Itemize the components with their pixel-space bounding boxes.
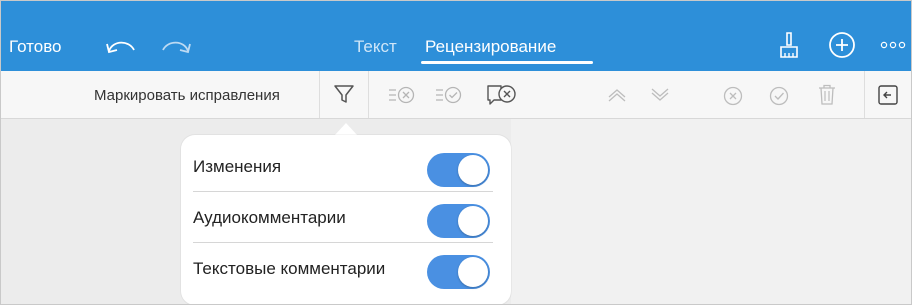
more-icon[interactable] [879,39,909,51]
filter-row-audio-comments: Аудиокомментарии [181,192,511,243]
reject-icon[interactable] [722,85,744,107]
filter-popover: Изменения Аудиокомментарии Текстовые ком… [181,135,511,304]
changes-toggle[interactable] [427,153,490,187]
plus-circle-icon[interactable] [828,31,856,59]
filter-row-changes: Изменения [181,141,511,192]
text-comments-toggle[interactable] [427,255,490,289]
track-changes-button[interactable]: Маркировать исправления [94,87,280,104]
done-button[interactable]: Готово [9,37,62,57]
filter-label: Аудиокомментарии [193,208,346,227]
chevron-down-icon[interactable] [649,87,671,103]
chevron-up-icon[interactable] [606,87,628,103]
toggle-knob [458,155,488,185]
toolbar-divider [319,71,320,118]
accept-icon[interactable] [768,85,790,107]
filter-label: Изменения [193,157,282,176]
accept-all-icon[interactable] [434,84,464,106]
review-toolbar: Маркировать исправления [1,71,911,119]
toggle-knob [458,206,488,236]
filter-label: Текстовые комментарии [193,259,386,278]
toggle-knob [458,257,488,287]
tab-review[interactable]: Рецензирование [425,37,556,57]
undo-icon[interactable] [103,35,139,57]
tab-text[interactable]: Текст [354,37,397,57]
filter-icon[interactable] [332,82,356,106]
trash-icon[interactable] [816,83,838,107]
document-area-shade [511,119,911,304]
active-tab-indicator [421,61,593,64]
top-bar: Готово Текст Рецензирование [1,1,911,71]
toolbar-divider [864,71,865,118]
app-window: Готово Текст Рецензирование Маркировать … [0,0,912,305]
redo-icon[interactable] [158,35,194,57]
audio-comments-toggle[interactable] [427,204,490,238]
paintbrush-icon[interactable] [777,31,801,61]
toolbar-divider [368,71,369,118]
reject-all-icon[interactable] [387,84,417,106]
sidebar-icon[interactable] [877,84,899,106]
filter-row-text-comments: Текстовые комментарии [181,243,511,294]
delete-comment-icon[interactable] [485,82,519,108]
